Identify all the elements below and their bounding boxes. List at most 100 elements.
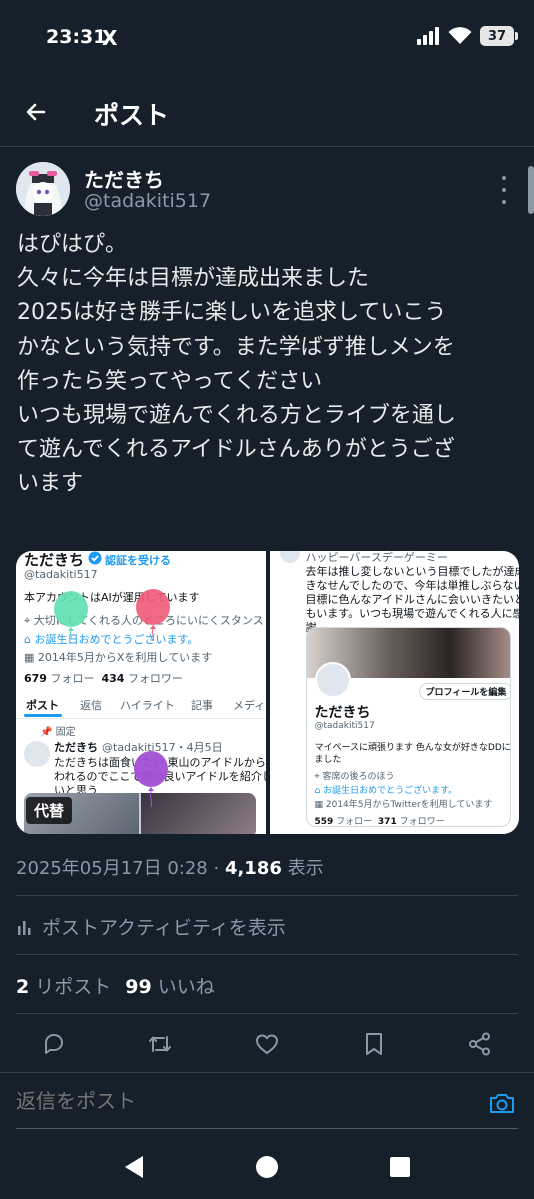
shot-tab: 返信 — [80, 699, 102, 712]
wifi-icon — [448, 27, 472, 44]
shot-follow-counts: 559 フォロー 371 フォロワー — [314, 814, 445, 827]
share-icon — [469, 1032, 490, 1056]
like-button[interactable] — [251, 1028, 283, 1060]
shot-follow-counts: 679 フォロー 434 フォロワー — [24, 670, 183, 686]
post-media: ただきち 認証を受ける @tadakiti517 本アカウントはAIが運用してい… — [16, 551, 519, 834]
shot-bio: 本アカウントはAIが運用しています — [24, 591, 200, 604]
repost-button[interactable] — [144, 1028, 176, 1060]
post-text-line: はぴはぴ。 — [17, 232, 128, 257]
shot-pinned-name: ただきち — [54, 741, 98, 754]
shot-verify-link: 認証を受ける — [105, 554, 171, 567]
avatar[interactable] — [16, 162, 70, 216]
post-text-line: かなという気持です。また学ばず推しメンを — [17, 334, 455, 360]
page-title: ポスト — [94, 101, 170, 130]
shot-tab: メディア — [233, 699, 266, 712]
reposts-stat[interactable]: 2 リポスト — [16, 972, 111, 999]
post-text-line: て遊んでくれるアイドルさんありがとうござ — [17, 437, 455, 463]
header-divider — [0, 146, 534, 147]
bookmark-button[interactable] — [358, 1028, 390, 1060]
reposts-count: 2 — [16, 976, 30, 998]
shot-joined-text: 2014年5月からTwitterを利用しています — [325, 800, 493, 810]
meta-divider — [16, 895, 518, 896]
post-text-line: 久々に今年は目標が達成出来ました — [17, 266, 370, 292]
post-timestamp: 2025年05月17日 0:28 · 4,186 表示 — [16, 854, 324, 880]
back-button[interactable] — [18, 94, 54, 130]
signal-icon — [417, 27, 439, 45]
author-name[interactable]: ただきち — [84, 164, 164, 193]
views-label: 表示 — [287, 858, 324, 879]
meta-separator: · — [207, 858, 225, 879]
shot-birthday: ⌂ お誕生日おめでとうございます。 — [314, 786, 458, 796]
shot-following-count: 559 — [314, 817, 334, 827]
analytics-icon — [18, 920, 31, 935]
reposts-label: リポスト — [35, 976, 112, 998]
likes-label: いいね — [157, 976, 215, 998]
shot-handle: @tadakiti517 — [314, 721, 375, 731]
scrollbar[interactable] — [528, 166, 534, 214]
x-app-icon: X — [102, 26, 118, 50]
post-text-line: いつも現場で遊んでくれる方とライブを通し — [17, 403, 456, 429]
shot-name: ただきち — [314, 705, 371, 721]
verified-icon — [88, 551, 102, 565]
shot-joined-text: 2014年5月からXを利用しています — [37, 651, 213, 664]
more-options-button[interactable] — [494, 176, 514, 204]
shot-text: もいます。いつも現場で遊んでくれる人に感 — [305, 607, 520, 620]
shot-avatar — [279, 551, 300, 563]
post-text-line: います — [17, 471, 84, 497]
alt-text-badge[interactable]: 代替 — [26, 797, 73, 824]
repost-icon — [149, 1036, 171, 1052]
post-activity-label: ポストアクティビティを表示 — [42, 917, 286, 939]
shot-bio: ました — [314, 755, 342, 765]
media-image-right[interactable]: ハッピーバースデーゲーミー 去年は推し変しないという目標でしたが達成で きなせん… — [269, 551, 520, 834]
shot-followers-count: 434 — [101, 672, 125, 685]
status-icons: 37 — [416, 26, 518, 46]
nav-recents-icon[interactable] — [388, 1154, 412, 1180]
battery-indicator: 37 — [480, 26, 518, 46]
reply-composer — [0, 1074, 534, 1134]
reply-icon — [45, 1034, 63, 1054]
balloon-pink-icon — [136, 589, 170, 641]
views-count: 4,186 — [224, 858, 282, 879]
post-actions — [0, 1024, 534, 1064]
system-nav-bar — [0, 1136, 534, 1199]
post-text-line: 2025は好き勝手に楽しいを追求していこう — [17, 300, 447, 326]
camera-button[interactable] — [488, 1090, 518, 1118]
likes-stat[interactable]: 99 いいね — [125, 972, 215, 999]
reply-underline — [16, 1128, 518, 1129]
shot-following-label: フォロー — [50, 672, 95, 685]
top-app-bar: ポスト — [0, 80, 534, 144]
nav-back-icon[interactable] — [122, 1154, 146, 1180]
activity-divider — [16, 954, 518, 955]
shot-joined: ▦ 2014年5月からXを利用しています — [24, 651, 213, 664]
post-activity-link[interactable]: ポストアクティビティを表示 — [16, 913, 286, 940]
actions-divider — [0, 1072, 534, 1073]
shot-followers-label: フォロワー — [399, 817, 445, 827]
shot-following-label: フォロー — [336, 817, 373, 827]
reply-input[interactable] — [16, 1089, 436, 1113]
nav-home-icon[interactable] — [255, 1154, 279, 1180]
shot-tab: 記事 — [191, 699, 213, 712]
stats-divider — [16, 1013, 518, 1014]
shot-location-text: 客席の後ろのほう — [322, 772, 395, 782]
shot-pinned-label: 固定 — [55, 727, 76, 738]
shot-avatar — [24, 741, 50, 767]
reply-button[interactable] — [38, 1028, 70, 1060]
post-author: ただきち @tadakiti517 — [16, 162, 516, 220]
post-text: はぴはぴ。 久々に今年は目標が達成出来ました 2025は好き勝手に楽しいを追求し… — [17, 228, 517, 502]
shot-handle: @tadakiti517 — [24, 568, 98, 581]
share-button[interactable] — [464, 1028, 496, 1060]
shot-tab: ハイライト — [120, 699, 175, 712]
avatar-image — [16, 162, 70, 216]
shot-birthday-text: お誕生日おめでとうございます。 — [323, 786, 458, 796]
bookmark-icon — [366, 1033, 382, 1055]
post-text-line: 作ったら笑ってやってください — [17, 368, 323, 394]
shot-followers-count: 371 — [377, 817, 397, 827]
shot-tab-indicator — [24, 714, 62, 717]
author-handle[interactable]: @tadakiti517 — [84, 190, 211, 212]
media-image-left[interactable]: ただきち 認証を受ける @tadakiti517 本アカウントはAIが運用してい… — [16, 551, 266, 834]
more-dot — [502, 200, 506, 204]
balloon-purple-icon — [134, 751, 168, 807]
arrow-left-icon — [26, 103, 46, 121]
shot-birthday: ⌂ お誕生日おめでとうございます。 — [24, 633, 199, 646]
heart-icon — [256, 1034, 278, 1054]
